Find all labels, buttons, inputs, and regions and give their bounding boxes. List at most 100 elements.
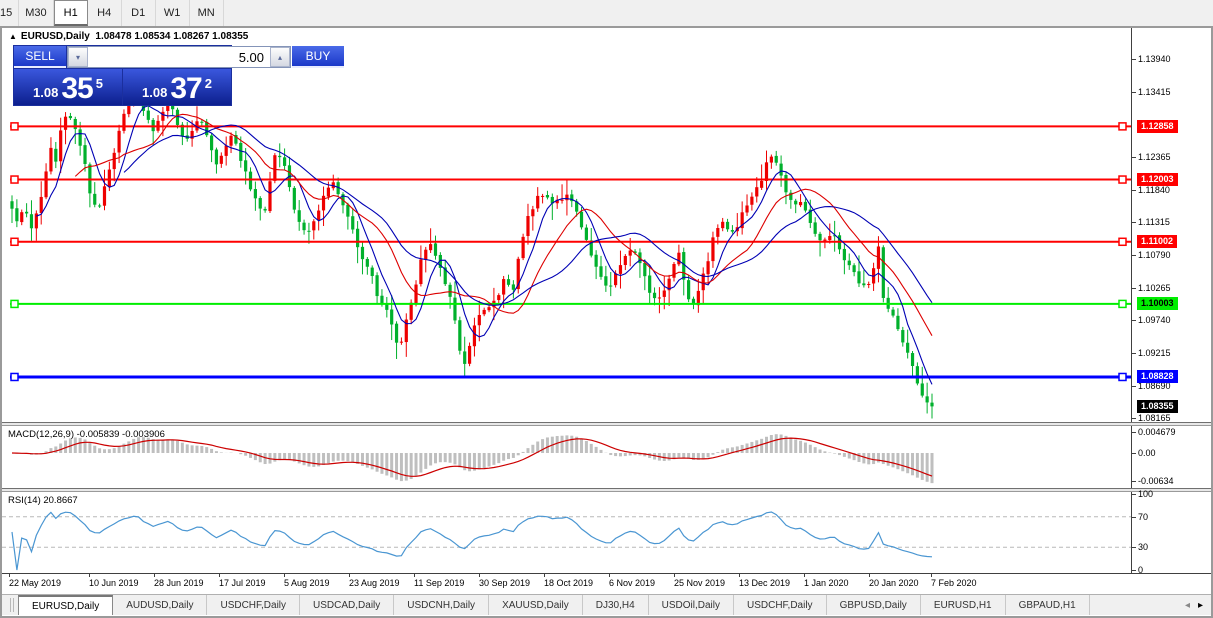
sell-price-pip: 5 [95,76,103,91]
time-tick [284,574,285,577]
macd-panel: MACD(12,26,9) -0.005839 -0.003906 0.0046… [2,426,1211,489]
price-line-badge: 1.12858 [1137,119,1178,133]
time-tick [9,574,10,577]
line-handle[interactable] [1118,299,1127,309]
rsi-indicator[interactable] [2,492,1131,573]
time-tick [89,574,90,577]
time-axis-label: 23 Aug 2019 [349,578,400,588]
volume-input[interactable] [88,47,270,67]
tab-audusd-daily[interactable]: AUDUSD,Daily [113,595,208,615]
time-axis-label: 28 Jun 2019 [154,578,204,588]
price-line-badge: 1.10003 [1137,297,1178,311]
timeframe-button-m30[interactable]: M30 [19,0,54,26]
time-axis-label: 5 Aug 2019 [284,578,330,588]
chart-title: ▲ EURUSD,Daily 1.08478 1.08534 1.08267 1.… [9,31,248,42]
time-tick [154,574,155,577]
sell-price-display[interactable]: 1.08 35 5 [14,69,122,105]
axis-tick-label: 0.004679 [1132,427,1176,437]
time-axis-label: 13 Dec 2019 [739,578,791,588]
rsi-axis: 100 70 30 0 [1131,489,1211,575]
sell-price-big: 35 [61,72,93,105]
tab-usdchf-daily[interactable]: USDCHF,Daily [207,595,301,615]
tab-xauusd-daily[interactable]: XAUUSD,Daily [489,595,583,615]
line-handle[interactable] [10,237,19,247]
tab-gbpusd-daily[interactable]: GBPUSD,Daily [827,595,921,615]
macd-axis: 0.004679 0.00 -0.00634 [1131,426,1211,488]
price-axis[interactable]: 1.13940 1.13415 1.12365 1.11840 1.11315 1.107… [1131,28,1211,423]
sell-button[interactable]: SELL [14,46,66,68]
collapse-icon[interactable]: ▲ [9,32,17,41]
axis-tick-label: 1.08165 [1132,413,1171,423]
current-price-badge: 1.08355 [1137,399,1178,413]
time-tick [869,574,870,577]
one-click-trade-panel: SELL ▾ ▴ BUY 1.08355 1.08372 [13,45,344,106]
axis-tick-label: -0.00634 [1132,476,1174,486]
tab-usdcad-daily[interactable]: USDCAD,Daily [300,595,395,615]
time-axis-label: 6 Nov 2019 [609,578,656,588]
axis-tick-label: 1.09215 [1132,348,1171,358]
time-axis-label: 22 May 2019 [9,578,62,588]
tab-scroll-left-icon[interactable]: ◂ [1185,600,1190,611]
time-tick [609,574,610,577]
price-line-badge: 1.08828 [1137,370,1178,384]
time-tick [349,574,350,577]
line-handle[interactable] [1118,372,1127,382]
time-tick [804,574,805,577]
time-axis[interactable]: 22 May 2019 10 Jun 2019 28 Jun 2019 17 Jul … [2,574,1211,594]
axis-tick-label: 1.13415 [1132,87,1171,97]
axis-tick-label: 0.00 [1132,448,1156,458]
line-handle[interactable] [10,372,19,382]
timeframe-button-h1[interactable]: H1 [53,0,88,26]
timeframe-button-15[interactable]: 15 [0,0,20,26]
tab-gbpaud-h1[interactable]: GBPAUD,H1 [1006,595,1090,615]
tab-usdchf-daily[interactable]: USDCHF,Daily [734,595,827,615]
buy-price-prefix: 1.08 [142,85,168,100]
tab-eurusd-daily[interactable]: EURUSD,Daily [18,595,114,615]
time-axis-label: 1 Jan 2020 [804,578,849,588]
price-line-badge: 1.11002 [1137,235,1178,249]
tab-usdcnh-daily[interactable]: USDCNH,Daily [394,595,490,615]
timeframe-button-h4[interactable]: H4 [88,0,122,26]
tab-eurusd-h1[interactable]: EURUSD,H1 [921,595,1006,615]
main-chart-panel: ▲ EURUSD,Daily 1.08478 1.08534 1.08267 1.… [2,28,1211,423]
buy-button[interactable]: BUY [292,46,344,68]
time-axis-label: 20 Jan 2020 [869,578,919,588]
time-tick [544,574,545,577]
axis-tick-label: 70 [1132,512,1148,522]
axis-tick-label: 1.10265 [1132,283,1171,293]
volume-decrease-button[interactable]: ▾ [68,47,88,67]
volume-increase-button[interactable]: ▴ [270,47,290,67]
time-tick [674,574,675,577]
time-axis-label: 18 Oct 2019 [544,578,594,588]
macd-indicator[interactable] [2,426,1131,488]
price-line-badge: 1.12003 [1137,173,1178,187]
buy-price-display[interactable]: 1.08 37 2 [123,69,231,105]
line-handle[interactable] [10,175,19,184]
timeframe-button-w1[interactable]: W1 [156,0,190,26]
time-axis-label: 10 Jun 2019 [89,578,139,588]
chart-tab-bar: EURUSD,Daily AUDUSD,Daily USDCHF,Daily USDC… [2,594,1211,615]
buy-price-pip: 2 [204,76,212,91]
time-tick [739,574,740,577]
line-handle[interactable] [10,299,19,309]
line-handle[interactable] [1118,237,1127,247]
tab-dj30-h4[interactable]: DJ30,H4 [583,595,649,615]
line-handle[interactable] [1118,122,1127,131]
line-handle[interactable] [1118,175,1127,184]
timeframe-button-d1[interactable]: D1 [122,0,156,26]
line-handle[interactable] [10,122,19,131]
chart-symbol-label: EURUSD,Daily [20,31,90,42]
rsi-panel: RSI(14) 20.8667 100 70 30 0 [2,489,1211,575]
axis-tick-label: 1.10790 [1132,250,1171,260]
time-tick [931,574,932,577]
tab-scroll-right-icon[interactable]: ▸ [1198,600,1203,611]
time-tick [219,574,220,577]
axis-tick-label: 1.11840 [1132,185,1170,195]
timeframe-button-mn[interactable]: MN [190,0,224,26]
volume-spinner: ▾ ▴ [67,46,291,68]
time-axis-label: 30 Sep 2019 [479,578,531,588]
tab-usdoil-daily[interactable]: USDOil,Daily [649,595,734,615]
rsi-label: RSI(14) 20.8667 [8,495,78,506]
time-tick [479,574,480,577]
buy-price-big: 37 [170,72,202,105]
